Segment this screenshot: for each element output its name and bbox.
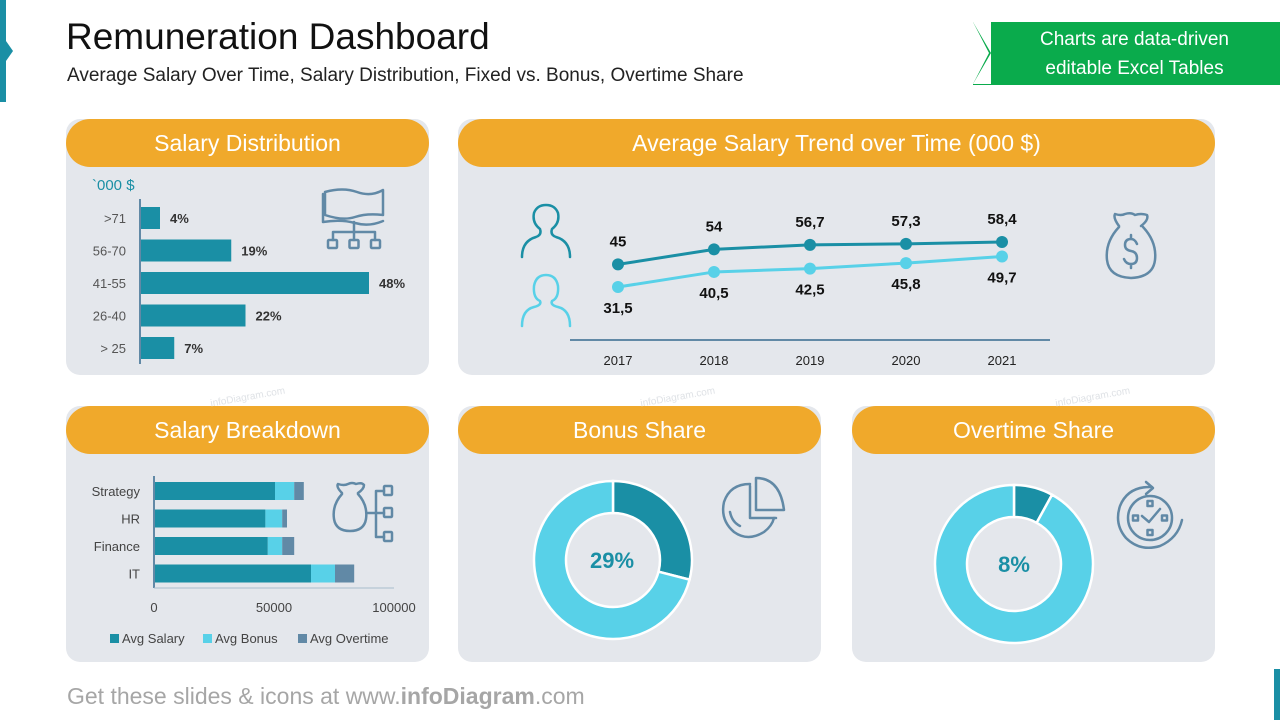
category-label: >71 [104,211,126,226]
category-label: IT [128,567,140,582]
pie-chart-icon [721,476,786,539]
data-label: 56,7 [795,214,824,231]
category-label: HR [121,512,140,527]
footer-suffix: .com [534,683,585,709]
bonus-share-chart: 29% [532,476,786,641]
data-point [900,237,912,250]
salary-distribution-panel: Salary Distribution `000 $ >71 4% 56-70 19%… [66,119,429,375]
x-tick-label: 2017 [604,353,633,368]
legend-swatch [110,634,119,643]
x-tick-label: 100000 [372,600,415,615]
data-point [804,262,816,275]
stacked-bar-segment [155,482,275,500]
female-user-icon [520,273,572,328]
unit-label: `000 $ [92,177,135,194]
footer-prefix: Get these slides & icons at www. [67,683,401,709]
overtime-share-chart: 8% [933,480,1184,645]
stacked-bar-segment [267,537,283,555]
x-tick-label: 2018 [700,353,729,368]
stacked-bar-segment [335,564,355,583]
legend-label: Avg Salary [122,631,185,646]
stacked-bar-segment [275,482,295,500]
data-label: 49,7 [987,270,1016,287]
data-label: 45,8 [891,276,920,293]
data-point [996,236,1008,248]
money-bag-hierarchy-icon [332,481,394,543]
footer-brand: infoDiagram [400,683,535,709]
salary-distribution-chart: `000 $ >71 4% 56-70 19% 41-55 48% 26-40 22% > 25… [92,177,405,364]
stacked-bar-segment [155,509,266,528]
male-user-icon [520,203,572,259]
bar-value-label: 4% [170,211,189,226]
data-point [708,265,720,278]
data-point [612,258,624,271]
data-point [804,238,816,251]
bonus-share-panel: Bonus Share 29% [458,406,821,662]
bar-value-label: 19% [241,244,267,259]
page-subtitle: Average Salary Over Time, Salary Distrib… [67,65,744,86]
category-label: 26-40 [93,309,126,324]
distribution-bar [141,272,369,294]
data-label: 40,5 [699,285,728,302]
category-label: Finance [94,539,140,554]
distribution-bar [141,304,246,327]
clock-refresh-icon [1116,480,1184,549]
category-label: 41-55 [93,276,126,291]
x-tick-label: 0 [150,600,157,615]
salary-breakdown-chart: Strategy HR Finance IT 0 50000 100000 Avg Sal… [92,476,416,646]
overtime-share-panel: Overtime Share 8% [852,406,1215,662]
distribution-bar [141,337,175,359]
data-point [900,257,912,270]
stacked-bar-segment [282,509,287,528]
x-tick-label: 2020 [892,353,921,368]
salary-trend-chart: 45 54 56,7 57,3 58,4 31,5 40,5 42,5 45,8 49,7 201… [520,203,1157,368]
left-accent-arrow [6,41,13,61]
distribution-bar [141,207,160,229]
bonus-center-label: 29% [590,548,634,573]
data-label: 57,3 [891,213,920,230]
category-label: 56-70 [93,244,126,259]
category-label: > 25 [100,341,126,356]
legend-label: Avg Bonus [215,631,278,646]
category-label: Strategy [92,484,141,499]
stacked-bar-segment [311,564,335,583]
legend-label: Avg Overtime [310,631,389,646]
data-point [708,243,720,256]
data-label: 45 [610,233,627,250]
legend-swatch [203,634,212,643]
banner-line-1: Charts are data-driven [1039,29,1230,50]
bar-value-label: 48% [379,276,405,291]
footer: Get these slides & icons at www.infoDiag… [67,683,585,710]
x-tick-label: 2019 [796,353,825,368]
data-label: 54 [706,218,723,235]
overtime-center-label: 8% [998,552,1030,577]
distribution-bar [141,239,232,262]
bar-value-label: 22% [256,309,282,324]
data-point [612,281,624,293]
banner-line-2: editable Excel Tables [1045,58,1224,79]
data-label: 58,4 [987,211,1017,228]
right-accent-bar [1274,669,1280,720]
org-chart-flag-icon [321,188,385,250]
money-bag-icon [1105,211,1157,280]
excel-banner: Charts are data-driven editable Excel Ta… [973,22,1280,85]
data-label: 31,5 [603,300,632,317]
page-title: Remuneration Dashboard [66,16,490,57]
salary-trend-panel: Average Salary Trend over Time (000 $) 4… [458,119,1215,375]
stacked-bar-segment [282,537,295,555]
stacked-bar-segment [155,564,311,583]
salary-breakdown-panel: Salary Breakdown Strategy HR Finance IT 0 50… [66,406,429,662]
x-tick-label: 2021 [988,353,1017,368]
stacked-bar-segment [155,537,268,555]
bar-value-label: 7% [184,341,203,356]
legend-swatch [298,634,307,643]
data-label: 42,5 [795,282,824,299]
data-point [996,250,1008,263]
stacked-bar-segment [294,482,304,500]
banner-notch [973,22,989,84]
stacked-bar-segment [265,509,283,528]
x-tick-label: 50000 [256,600,292,615]
